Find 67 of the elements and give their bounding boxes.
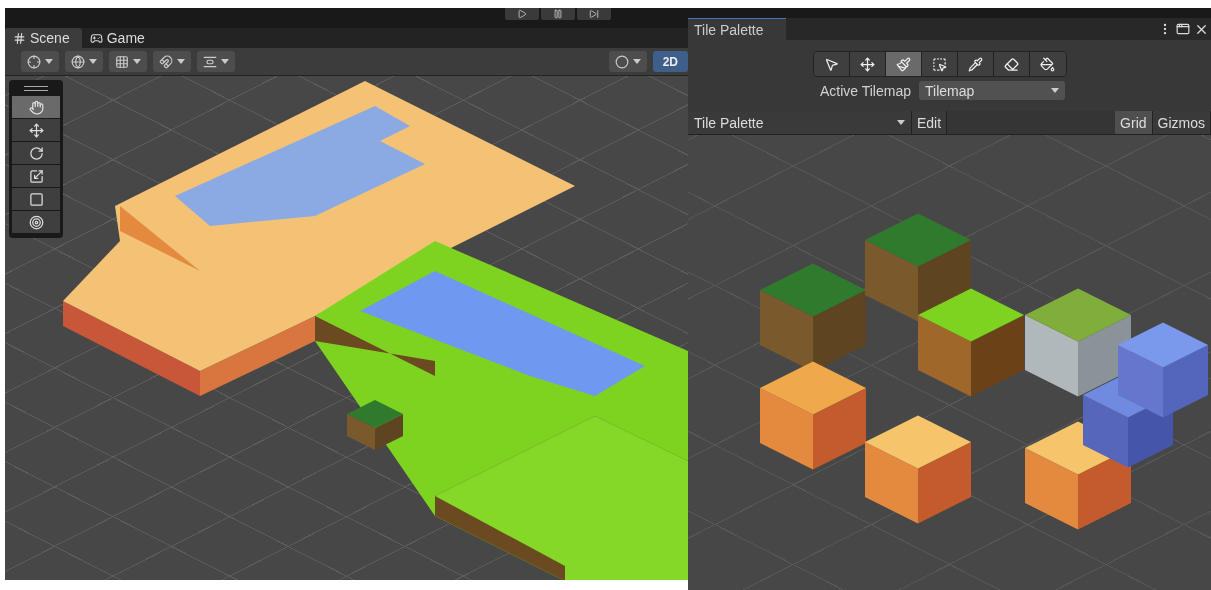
box-select-icon xyxy=(931,56,947,72)
scene-tool-button[interactable] xyxy=(12,188,60,210)
hash-icon xyxy=(13,31,26,45)
caret-icon xyxy=(45,59,53,64)
rotate-icon xyxy=(28,145,44,161)
caret-icon xyxy=(89,59,97,64)
edit-button[interactable]: Edit xyxy=(912,111,948,134)
palette-tool-button[interactable] xyxy=(849,52,886,76)
window-tab[interactable]: Game xyxy=(81,28,157,48)
maximize-icon[interactable] xyxy=(1174,22,1192,36)
magnet-icon xyxy=(159,54,173,69)
palette-dropdown[interactable]: Tile Palette xyxy=(688,111,912,134)
playback-button[interactable] xyxy=(541,8,575,20)
grid-icon xyxy=(115,54,129,69)
caret-icon xyxy=(1051,88,1059,93)
pointer-icon xyxy=(823,56,839,72)
hand-icon xyxy=(28,99,44,115)
crosshair-icon xyxy=(27,54,41,69)
gamepad-icon xyxy=(89,31,103,45)
rect-icon xyxy=(28,191,44,207)
play-icon xyxy=(517,9,527,19)
mode-2d-button[interactable]: 2D xyxy=(652,51,688,72)
ruler-icon xyxy=(203,54,217,69)
caret-icon xyxy=(632,59,641,64)
palette-tool-button[interactable] xyxy=(993,52,1030,76)
globe-icon xyxy=(71,54,85,69)
palette-tool-button[interactable] xyxy=(1029,52,1066,76)
playback-button[interactable] xyxy=(577,8,611,20)
palette-tool-button[interactable] xyxy=(885,52,922,76)
scene-tool-button[interactable] xyxy=(12,211,60,233)
palette-tool-button[interactable] xyxy=(921,52,958,76)
drag-handle[interactable] xyxy=(24,86,48,91)
window-tab[interactable]: Tile Palette xyxy=(688,17,786,41)
pause-icon xyxy=(553,9,563,19)
step-icon xyxy=(589,9,599,19)
window-tab[interactable]: Scene xyxy=(5,28,82,48)
toggle-button[interactable]: Grid xyxy=(1115,111,1153,134)
shading-dropdown[interactable] xyxy=(608,51,647,72)
caret-icon xyxy=(177,59,185,64)
scene-tool-button[interactable] xyxy=(12,142,60,164)
brush-icon xyxy=(895,56,911,72)
playback-button[interactable] xyxy=(505,8,539,20)
caret-icon xyxy=(221,59,229,64)
eyedropper-icon xyxy=(967,56,983,72)
paint-bucket-icon xyxy=(1040,56,1055,72)
circle-icon xyxy=(614,54,629,69)
toolbar-dropdown[interactable] xyxy=(65,51,103,72)
tilemap-dropdown[interactable]: Tilemap xyxy=(919,81,1065,100)
move-icon xyxy=(859,56,875,72)
scene-tool-button[interactable] xyxy=(12,119,60,141)
move-icon xyxy=(28,122,44,138)
toggle-button[interactable]: Gizmos xyxy=(1152,111,1211,134)
scene-tool-button[interactable] xyxy=(12,165,60,187)
toolbar-dropdown[interactable] xyxy=(197,51,235,72)
toolbar-dropdown[interactable] xyxy=(153,51,191,72)
caret-icon xyxy=(897,120,905,125)
palette-tool-button[interactable] xyxy=(957,52,994,76)
eraser-icon xyxy=(1003,56,1019,72)
scene-tool-button[interactable] xyxy=(12,96,60,118)
field-label: Active Tilemap xyxy=(819,82,911,99)
caret-icon xyxy=(133,59,141,64)
scale-icon xyxy=(28,168,44,184)
toolbar-dropdown[interactable] xyxy=(109,51,147,72)
toolbar-dropdown[interactable] xyxy=(21,51,59,72)
tile-cube-drawing xyxy=(347,400,403,450)
target-icon xyxy=(28,214,44,230)
palette-tool-button[interactable] xyxy=(813,52,850,76)
